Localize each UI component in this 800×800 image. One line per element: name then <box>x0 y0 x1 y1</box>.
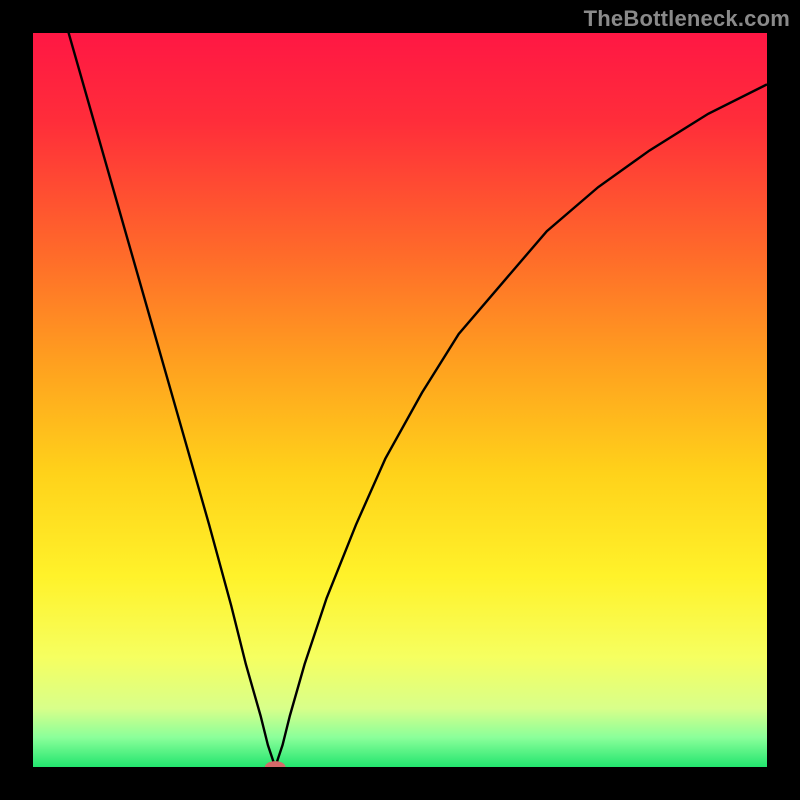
chart-canvas <box>33 33 767 767</box>
gradient-background <box>33 33 767 767</box>
outer-frame: TheBottleneck.com <box>0 0 800 800</box>
plot-area <box>33 33 767 767</box>
watermark-text: TheBottleneck.com <box>584 6 790 32</box>
